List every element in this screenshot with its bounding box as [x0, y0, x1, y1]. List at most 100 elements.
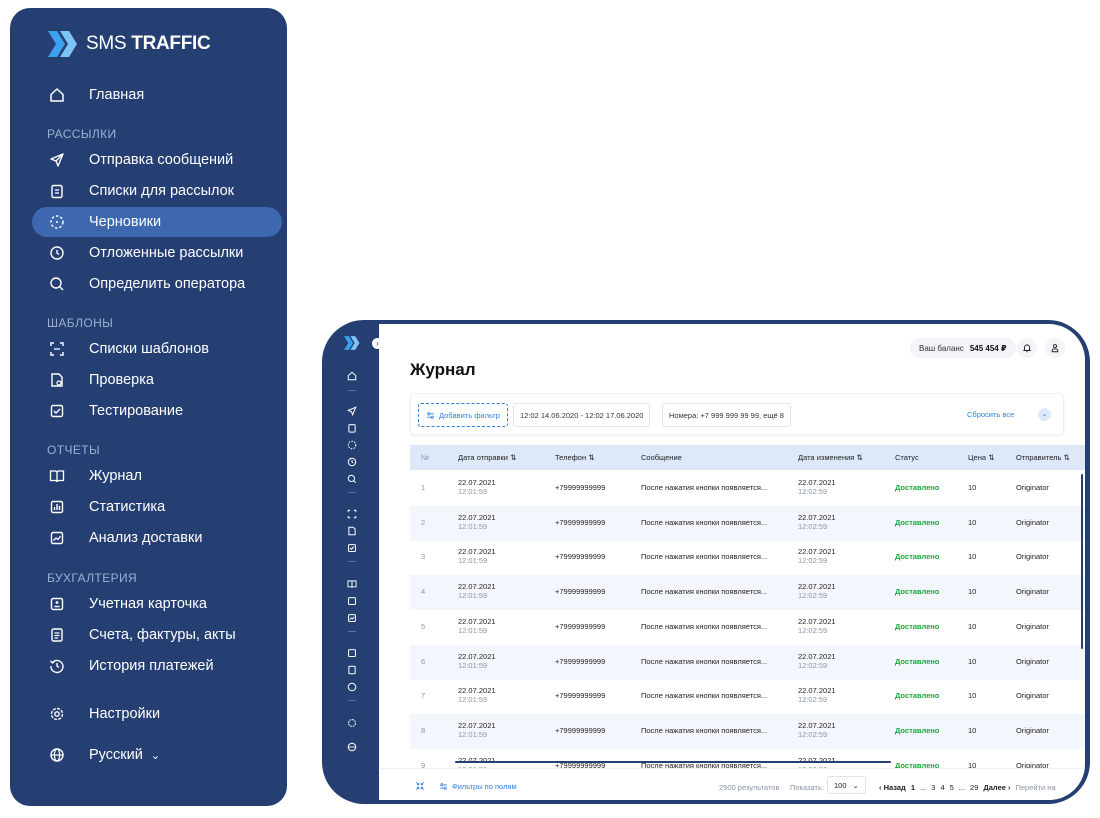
date-range-chip[interactable]: 12:02 14.06.2020 - 12:02 17.06.2020: [513, 403, 651, 427]
table-header: № Дата отправки ⇅ Телефон ⇅ Сообщение Да…: [410, 445, 1085, 470]
send-icon[interactable]: [346, 403, 357, 417]
col-sent[interactable]: Дата отправки ⇅: [458, 453, 516, 462]
row-index: 4: [421, 587, 426, 597]
book-icon[interactable]: [347, 576, 357, 588]
document-icon[interactable]: [347, 662, 357, 675]
page-number[interactable]: 29: [970, 783, 978, 792]
sidebar-item-label: Учетная карточка: [89, 596, 207, 612]
dashed-circle-icon[interactable]: [347, 437, 357, 450]
vertical-scrollbar[interactable]: [1081, 474, 1083, 649]
sidebar: SMS TRAFFIC Главная РАССЫЛКИ Отправка со…: [10, 8, 287, 806]
section-mailings: РАССЫЛКИ: [47, 127, 117, 141]
changed-datetime: 22.07.202112:02:59: [798, 686, 836, 705]
sidebar-item-delivery[interactable]: Анализ доставки: [32, 523, 282, 553]
price-cell: 10: [968, 483, 977, 492]
bar-chart-icon[interactable]: [347, 593, 357, 605]
table-row[interactable]: 5 22.07.2021 12:01:59 +79999999999 После наж…: [410, 610, 1085, 645]
table-row[interactable]: 1 22.07.2021 12:01:59 +79999999999 После наж…: [410, 471, 1085, 506]
notifications-button[interactable]: [1017, 338, 1037, 358]
phone-cell: +79999999999: [555, 725, 606, 735]
prev-page-button[interactable]: ‹ Назад: [879, 783, 906, 792]
sidebar-item-stats[interactable]: Статистика: [32, 492, 282, 522]
brand-name: SMS TRAFFIC: [86, 33, 211, 54]
sidebar-item-invoices[interactable]: Счета, фактуры, акты: [32, 620, 282, 650]
sidebar-item-payments[interactable]: История платежей: [32, 651, 282, 681]
search-icon: [49, 276, 65, 292]
sidebar-item-card[interactable]: Учетная карточка: [32, 589, 282, 619]
sidebar-item-operator[interactable]: Определить оператора: [32, 269, 282, 299]
col-price[interactable]: Цена ⇅: [968, 453, 994, 462]
col-changed[interactable]: Дата изменения ⇅: [798, 453, 863, 462]
sender-cell: Originator: [1016, 552, 1049, 562]
sidebar-item-home[interactable]: Главная: [32, 80, 282, 110]
col-status: Статус: [895, 453, 919, 462]
page-number[interactable]: 3: [931, 783, 935, 792]
user-card-icon[interactable]: [347, 645, 357, 657]
brand-logo[interactable]: SMS TRAFFIC: [48, 30, 211, 58]
bar-chart-icon: [49, 499, 65, 515]
sidebar-item-scheduled[interactable]: Отложенные рассылки: [32, 238, 282, 268]
sidebar-item-send[interactable]: Отправка сообщений: [32, 145, 282, 175]
balance-value: 545 454 ₽: [969, 343, 1007, 353]
gear-icon[interactable]: [347, 715, 357, 727]
history-icon[interactable]: [347, 679, 357, 692]
page-size-select[interactable]: 100 ⌄: [827, 776, 866, 794]
sent-datetime: 22.07.202112:01:59: [458, 582, 496, 601]
next-page-button[interactable]: Далее ›: [983, 783, 1010, 792]
reset-filters-link[interactable]: Сбросить все: [967, 410, 1014, 419]
horizontal-scrollbar[interactable]: [455, 761, 891, 763]
search-icon[interactable]: [347, 471, 357, 484]
trend-chart-icon[interactable]: [347, 610, 357, 622]
table-row[interactable]: 2 22.07.2021 12:01:59 +79999999999 После наж…: [410, 505, 1085, 541]
chevron-down-icon[interactable]: ⌄: [1038, 408, 1051, 421]
page-number[interactable]: 5: [950, 783, 954, 792]
table-row[interactable]: 7 22.07.2021 12:01:59 +79999999999 После наж…: [410, 679, 1085, 714]
scan-frame-icon[interactable]: [347, 506, 357, 519]
status-badge: Доставлено: [895, 552, 940, 562]
collapse-arrows-icon[interactable]: [415, 781, 425, 791]
field-filters-button[interactable]: Фильтры по полям: [439, 782, 517, 791]
col-sender[interactable]: Отправитель ⇅: [1016, 453, 1070, 462]
page-number[interactable]: 4: [940, 783, 944, 792]
sidebar-item-label: Определить оператора: [89, 276, 246, 292]
numbers-chip[interactable]: Номера: +7 999 999 99 99, ещё 8: [662, 403, 791, 427]
checkbox-icon: [49, 403, 65, 419]
sender-cell: Originator: [1016, 587, 1049, 597]
table-row[interactable]: 8 22.07.2021 12:01:59 +79999999999 После наж…: [410, 713, 1085, 749]
divider: [348, 390, 356, 391]
page-number[interactable]: 1: [911, 783, 915, 792]
table-row[interactable]: 6 22.07.2021 12:01:59 +79999999999 После наж…: [410, 644, 1085, 680]
col-phone[interactable]: Телефон ⇅: [555, 453, 595, 462]
app-screen: Ваш баланс 545 454 ₽ Журнал Добавить фил…: [379, 324, 1085, 800]
divider: [348, 631, 356, 632]
sidebar-item-settings[interactable]: Настройки: [32, 699, 282, 729]
sender-cell: Originator: [1016, 656, 1049, 666]
clipboard-list-icon[interactable]: [347, 420, 357, 433]
checkbox-icon[interactable]: [347, 540, 357, 552]
status-badge: Доставлено: [895, 691, 940, 701]
language-selector[interactable]: Русский ⌄: [32, 740, 282, 770]
sidebar-item-label: Настройки: [89, 706, 161, 722]
table-row[interactable]: 3 22.07.2021 12:01:59 +79999999999 После наж…: [410, 540, 1085, 575]
changed-datetime: 22.07.202112:02:59: [798, 547, 836, 566]
sidebar-item-lists[interactable]: Списки для рассылок: [32, 176, 282, 206]
divider: [348, 700, 356, 701]
sidebar-item-template-lists[interactable]: Списки шаблонов: [32, 334, 282, 364]
profile-button[interactable]: [1045, 338, 1065, 358]
price-cell: 10: [968, 552, 977, 562]
sidebar-item-label: Главная: [89, 87, 145, 103]
sidebar-item-drafts[interactable]: Черновики: [32, 207, 282, 237]
file-check-icon[interactable]: [347, 523, 357, 536]
home-icon[interactable]: [347, 368, 357, 381]
sidebar-item-journal[interactable]: Журнал: [32, 461, 282, 491]
clock-icon[interactable]: [347, 454, 357, 467]
chevrons-logo-icon[interactable]: [344, 336, 360, 355]
add-filter-button[interactable]: Добавить фильтр: [418, 403, 508, 427]
sidebar-item-check[interactable]: Проверка: [32, 365, 282, 395]
page-number: ...: [920, 783, 927, 792]
sent-datetime: 22.07.202112:01:59: [458, 651, 496, 670]
changed-datetime: 22.07.202112:02:59: [798, 582, 836, 601]
sidebar-item-testing[interactable]: Тестирование: [32, 396, 282, 426]
globe-icon[interactable]: [347, 739, 357, 752]
table-row[interactable]: 4 22.07.2021 12:01:59 +79999999999 После наж…: [410, 575, 1085, 611]
